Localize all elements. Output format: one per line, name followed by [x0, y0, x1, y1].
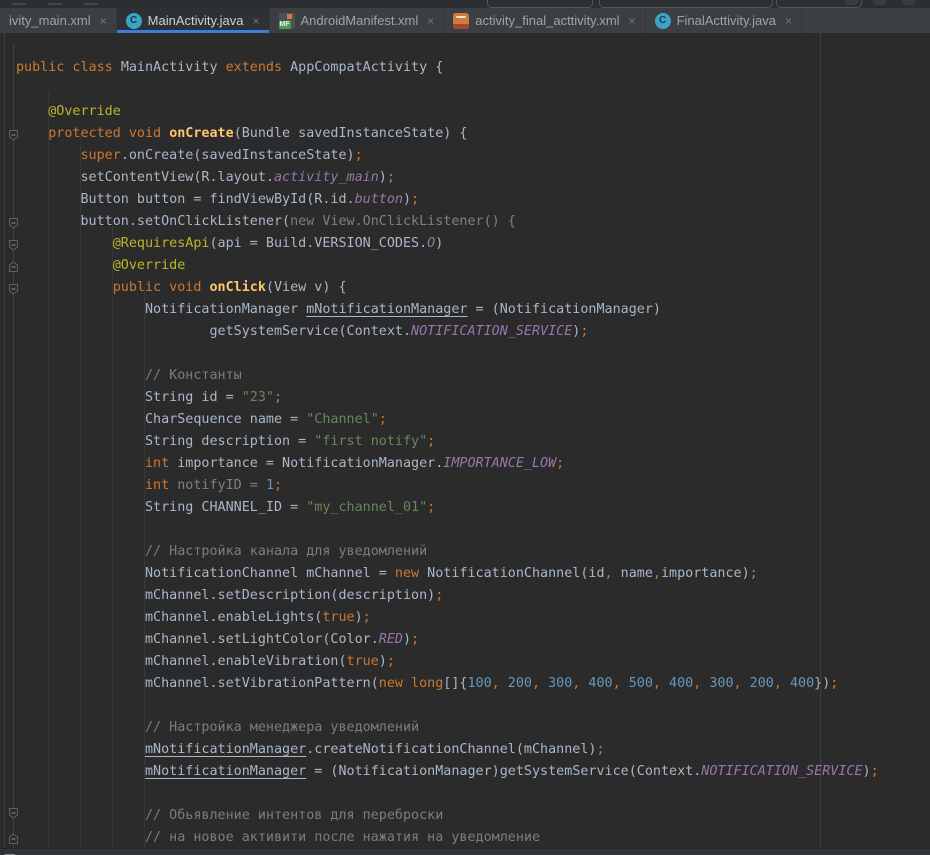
code-line[interactable]: // на новое активити после нажатия на ув…	[16, 827, 879, 848]
code-line[interactable]: @Override	[16, 255, 879, 277]
code-line[interactable]: mNotificationManager = (NotificationMana…	[16, 761, 879, 783]
layout-file-icon	[453, 13, 469, 29]
fold-scope-line	[13, 45, 14, 848]
code-line[interactable]: @RequiresApi(api = Build.VERSION_CODES.O…	[16, 233, 879, 255]
code-line[interactable]	[16, 343, 879, 365]
tab-label: FinalActtivity.java	[677, 13, 776, 28]
code-line[interactable]: setContentView(R.layout.activity_main);	[16, 167, 879, 189]
android-studio-window: ivity_main.xml × C MainActivity.java × MF Andr…	[0, 0, 930, 855]
toolbar-icon[interactable]	[12, 3, 26, 5]
code-line[interactable]: button.setOnClickListener(new View.OnCli…	[16, 211, 879, 233]
code-editor[interactable]: public class MainActivity extends AppCom…	[0, 33, 930, 848]
tab-close-icon[interactable]: ×	[427, 15, 434, 27]
class-file-icon: C	[126, 13, 142, 29]
tab-close-icon[interactable]: ×	[629, 15, 636, 27]
tab-label: ivity_main.xml	[9, 13, 91, 28]
code-line[interactable]	[16, 783, 879, 805]
tab-finalacttivity-java[interactable]: C FinalActtivity.java ×	[646, 8, 802, 33]
code-line[interactable]: NotificationChannel mChannel = new Notif…	[16, 563, 879, 585]
code-line[interactable]: int importance = NotificationManager.IMP…	[16, 453, 879, 475]
code-line[interactable]: mChannel.setVibrationPattern(new long[]{…	[16, 673, 879, 695]
toolbar-icon[interactable]	[902, 0, 915, 5]
toolbar-icon[interactable]	[845, 0, 858, 5]
code-line[interactable]: // Константы	[16, 365, 879, 387]
code-line[interactable]: mChannel.setLightColor(Color.RED);	[16, 629, 879, 651]
code-line[interactable]: @Override	[16, 101, 879, 123]
code-line[interactable]: mChannel.enableVibration(true);	[16, 651, 879, 673]
code-line[interactable]: String CHANNEL_ID = "my_channel_01";	[16, 497, 879, 519]
toolbar-icon[interactable]	[873, 0, 886, 5]
tab-label: AndroidManifest.xml	[301, 13, 419, 28]
code-area[interactable]: public class MainActivity extends AppCom…	[16, 57, 879, 848]
run-configuration-combo[interactable]	[487, 0, 593, 8]
tab-label: MainActivity.java	[148, 13, 244, 28]
code-line[interactable]: // Настройка канала для уведомлений	[16, 541, 879, 563]
code-line[interactable]: super.onCreate(savedInstanceState);	[16, 145, 879, 167]
tab-activity-final-acttivity-xml[interactable]: activity_final_acttivity.xml ×	[444, 8, 645, 33]
editor-tabs: ivity_main.xml × C MainActivity.java × MF Andr…	[0, 8, 930, 33]
code-line[interactable]: mChannel.setDescription(description);	[16, 585, 879, 607]
gutter-border-line	[4, 33, 5, 848]
code-line[interactable]: public class MainActivity extends AppCom…	[16, 57, 879, 79]
code-line[interactable]: Button button = findViewById(R.id.button…	[16, 189, 879, 211]
code-line[interactable]: // Обьявление интентов для переброски	[16, 805, 879, 827]
tab-close-icon[interactable]: ×	[785, 15, 792, 27]
code-line[interactable]: NotificationManager mNotificationManager…	[16, 299, 879, 321]
code-line[interactable]	[16, 695, 879, 717]
tab-close-icon[interactable]: ×	[252, 15, 259, 27]
code-line[interactable]: getSystemService(Context.NOTIFICATION_SE…	[16, 321, 879, 343]
tab-ivity-main-xml[interactable]: ivity_main.xml ×	[0, 8, 117, 33]
tool-window-bar: TODOProblemsTerminalLogcatBuildProfilerA…	[0, 848, 930, 855]
code-line[interactable]: int notifyID = 1;	[16, 475, 879, 497]
class-file-icon: C	[655, 13, 671, 29]
code-line[interactable]: String description = "first notify";	[16, 431, 879, 453]
code-line[interactable]: String id = "23";	[16, 387, 879, 409]
code-line[interactable]	[16, 79, 879, 101]
tab-androidmanifest-xml[interactable]: MF AndroidManifest.xml ×	[270, 8, 445, 33]
code-line[interactable]: mNotificationManager.createNotificationC…	[16, 739, 879, 761]
device-selector-group[interactable]	[599, 0, 773, 8]
code-line[interactable]: CharSequence name = "Channel";	[16, 409, 879, 431]
code-line[interactable]: protected void onCreate(Bundle savedInst…	[16, 123, 879, 145]
code-line[interactable]: // Настройка менеджера уведомлений	[16, 717, 879, 739]
code-line[interactable]: mChannel.enableLights(true);	[16, 607, 879, 629]
code-line[interactable]: public void onClick(View v) {	[16, 277, 879, 299]
tab-label: activity_final_acttivity.xml	[475, 13, 619, 28]
toolbar-icon[interactable]	[84, 3, 98, 5]
toolbar-icon[interactable]	[48, 3, 62, 5]
tab-mainactivity-java[interactable]: C MainActivity.java ×	[117, 8, 270, 33]
tab-close-icon[interactable]: ×	[100, 15, 107, 27]
manifest-file-icon: MF	[279, 13, 295, 29]
code-line[interactable]	[16, 519, 879, 541]
